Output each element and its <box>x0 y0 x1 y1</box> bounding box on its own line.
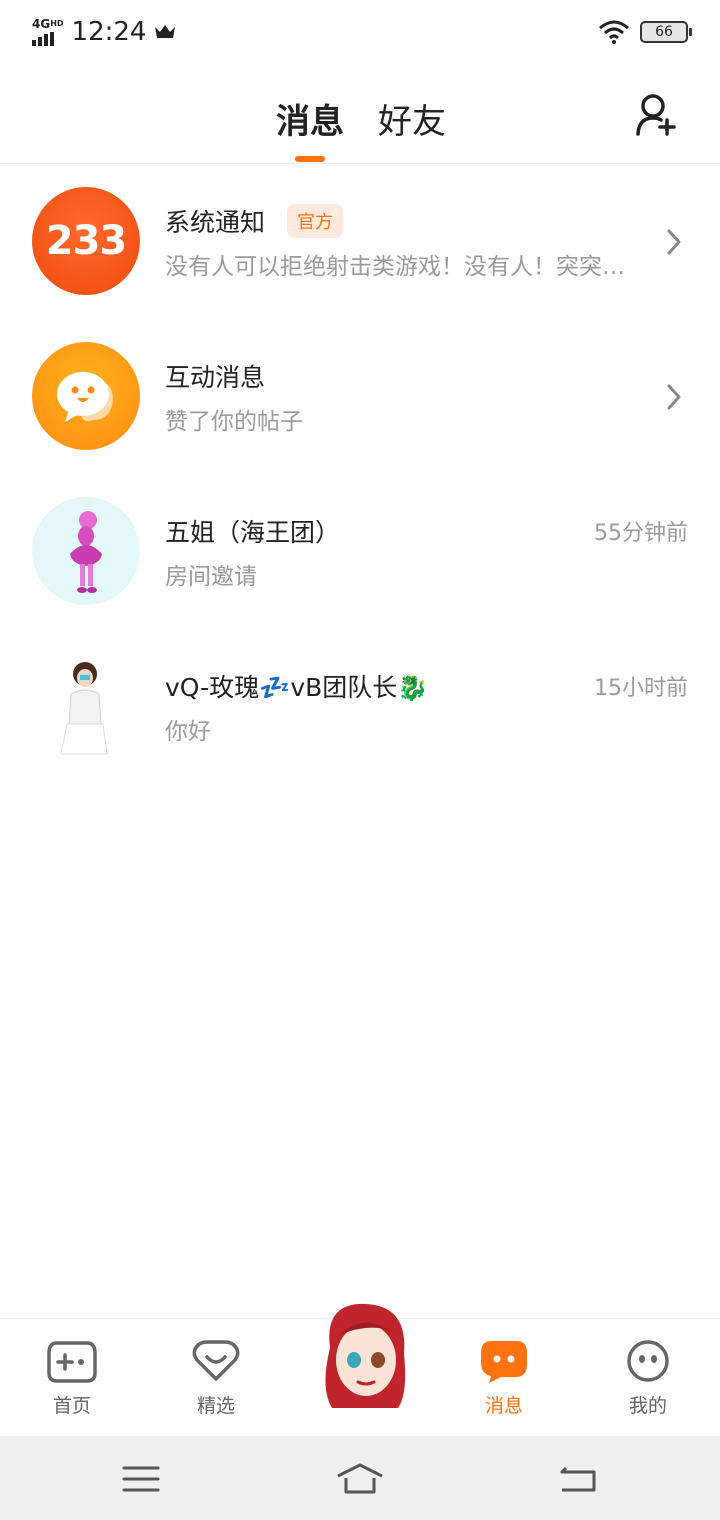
clock: 12:24 <box>71 17 147 47</box>
chevron-right-icon <box>667 229 681 255</box>
wifi-icon <box>599 20 629 44</box>
white-dress-character-image <box>60 662 108 755</box>
menu-icon[interactable] <box>116 1462 166 1496</box>
cellular-signal: 4GHD <box>32 18 64 46</box>
nav-item-messages[interactable]: 消息 <box>454 1339 554 1418</box>
conversation-title: 系统通知 官方 <box>165 203 344 239</box>
active-tab-indicator <box>295 156 325 162</box>
conversation-title: 互动消息 <box>165 363 266 392</box>
crown-icon <box>155 25 176 38</box>
network-suffix: HD <box>50 19 64 28</box>
signal-bars-icon <box>32 32 54 46</box>
conversation-time: 15小时前 <box>594 676 688 701</box>
status-right: 66 <box>598 20 692 44</box>
nav-item-me[interactable]: 我的 <box>598 1339 698 1418</box>
interaction-avatar <box>32 342 140 450</box>
nav-item-home[interactable]: 首页 <box>22 1339 122 1418</box>
person-add-icon[interactable] <box>636 94 676 136</box>
battery-indicator: 66 <box>640 21 692 43</box>
conversation-row-user[interactable]: vQ-玫瑰💤vB团队长🐉 你好 15小时前 <box>0 630 720 785</box>
header: 消息 好友 <box>0 64 720 164</box>
pink-character-image <box>70 511 102 593</box>
avatar-text: 233 <box>45 218 127 264</box>
group-avatar <box>32 497 140 605</box>
conversation-list: 233 系统通知 官方 没有人可以拒绝射击类游戏！没有人！突突突突 互动消息 赞… <box>0 165 720 785</box>
title-text: 系统通知 <box>165 208 266 237</box>
nav-label-me: 我的 <box>628 1395 667 1417</box>
conversation-title: 五姐（海王团） <box>165 518 341 547</box>
battery-level: 66 <box>655 24 673 40</box>
chat-bubble-face-icon <box>57 372 113 422</box>
status-bar: 4GHD 12:24 66 <box>0 0 720 64</box>
tab-friends[interactable]: 好友 <box>378 94 446 143</box>
conversation-preview: 你好 <box>165 719 211 745</box>
system-avatar: 233 <box>32 187 140 295</box>
conversation-time: 55分钟前 <box>594 521 688 546</box>
conversation-preview: 没有人可以拒绝射击类游戏！没有人！突突突突 <box>165 254 645 280</box>
nav-label-home: 首页 <box>52 1395 91 1417</box>
gamepad-icon <box>47 1341 97 1383</box>
heart-icon <box>192 1340 240 1381</box>
nav-label-featured: 精选 <box>196 1395 235 1417</box>
home-icon[interactable] <box>335 1462 385 1496</box>
nav-label-messages: 消息 <box>484 1395 523 1417</box>
system-nav-bar <box>0 1436 720 1520</box>
user-avatar <box>32 652 140 760</box>
tab-messages[interactable]: 消息 <box>276 94 344 143</box>
conversation-preview: 赞了你的帖子 <box>165 409 303 435</box>
network-type: 4G <box>32 17 51 31</box>
chevron-right-icon <box>667 384 681 410</box>
message-icon <box>481 1341 527 1383</box>
smiley-icon <box>627 1340 669 1382</box>
conversation-row-group[interactable]: 五姐（海王团） 房间邀请 55分钟前 <box>0 475 720 630</box>
conversation-title: vQ-玫瑰💤vB团队长🐉 <box>165 673 429 702</box>
back-icon[interactable] <box>554 1462 604 1496</box>
conversation-preview: 房间邀请 <box>165 564 257 590</box>
center-avatar-button[interactable] <box>312 1298 418 1416</box>
conversation-row-system[interactable]: 233 系统通知 官方 没有人可以拒绝射击类游戏！没有人！突突突突 <box>0 165 720 320</box>
nav-item-featured[interactable]: 精选 <box>166 1339 266 1418</box>
official-badge: 官方 <box>287 204 344 238</box>
conversation-row-interaction[interactable]: 互动消息 赞了你的帖子 <box>0 320 720 475</box>
